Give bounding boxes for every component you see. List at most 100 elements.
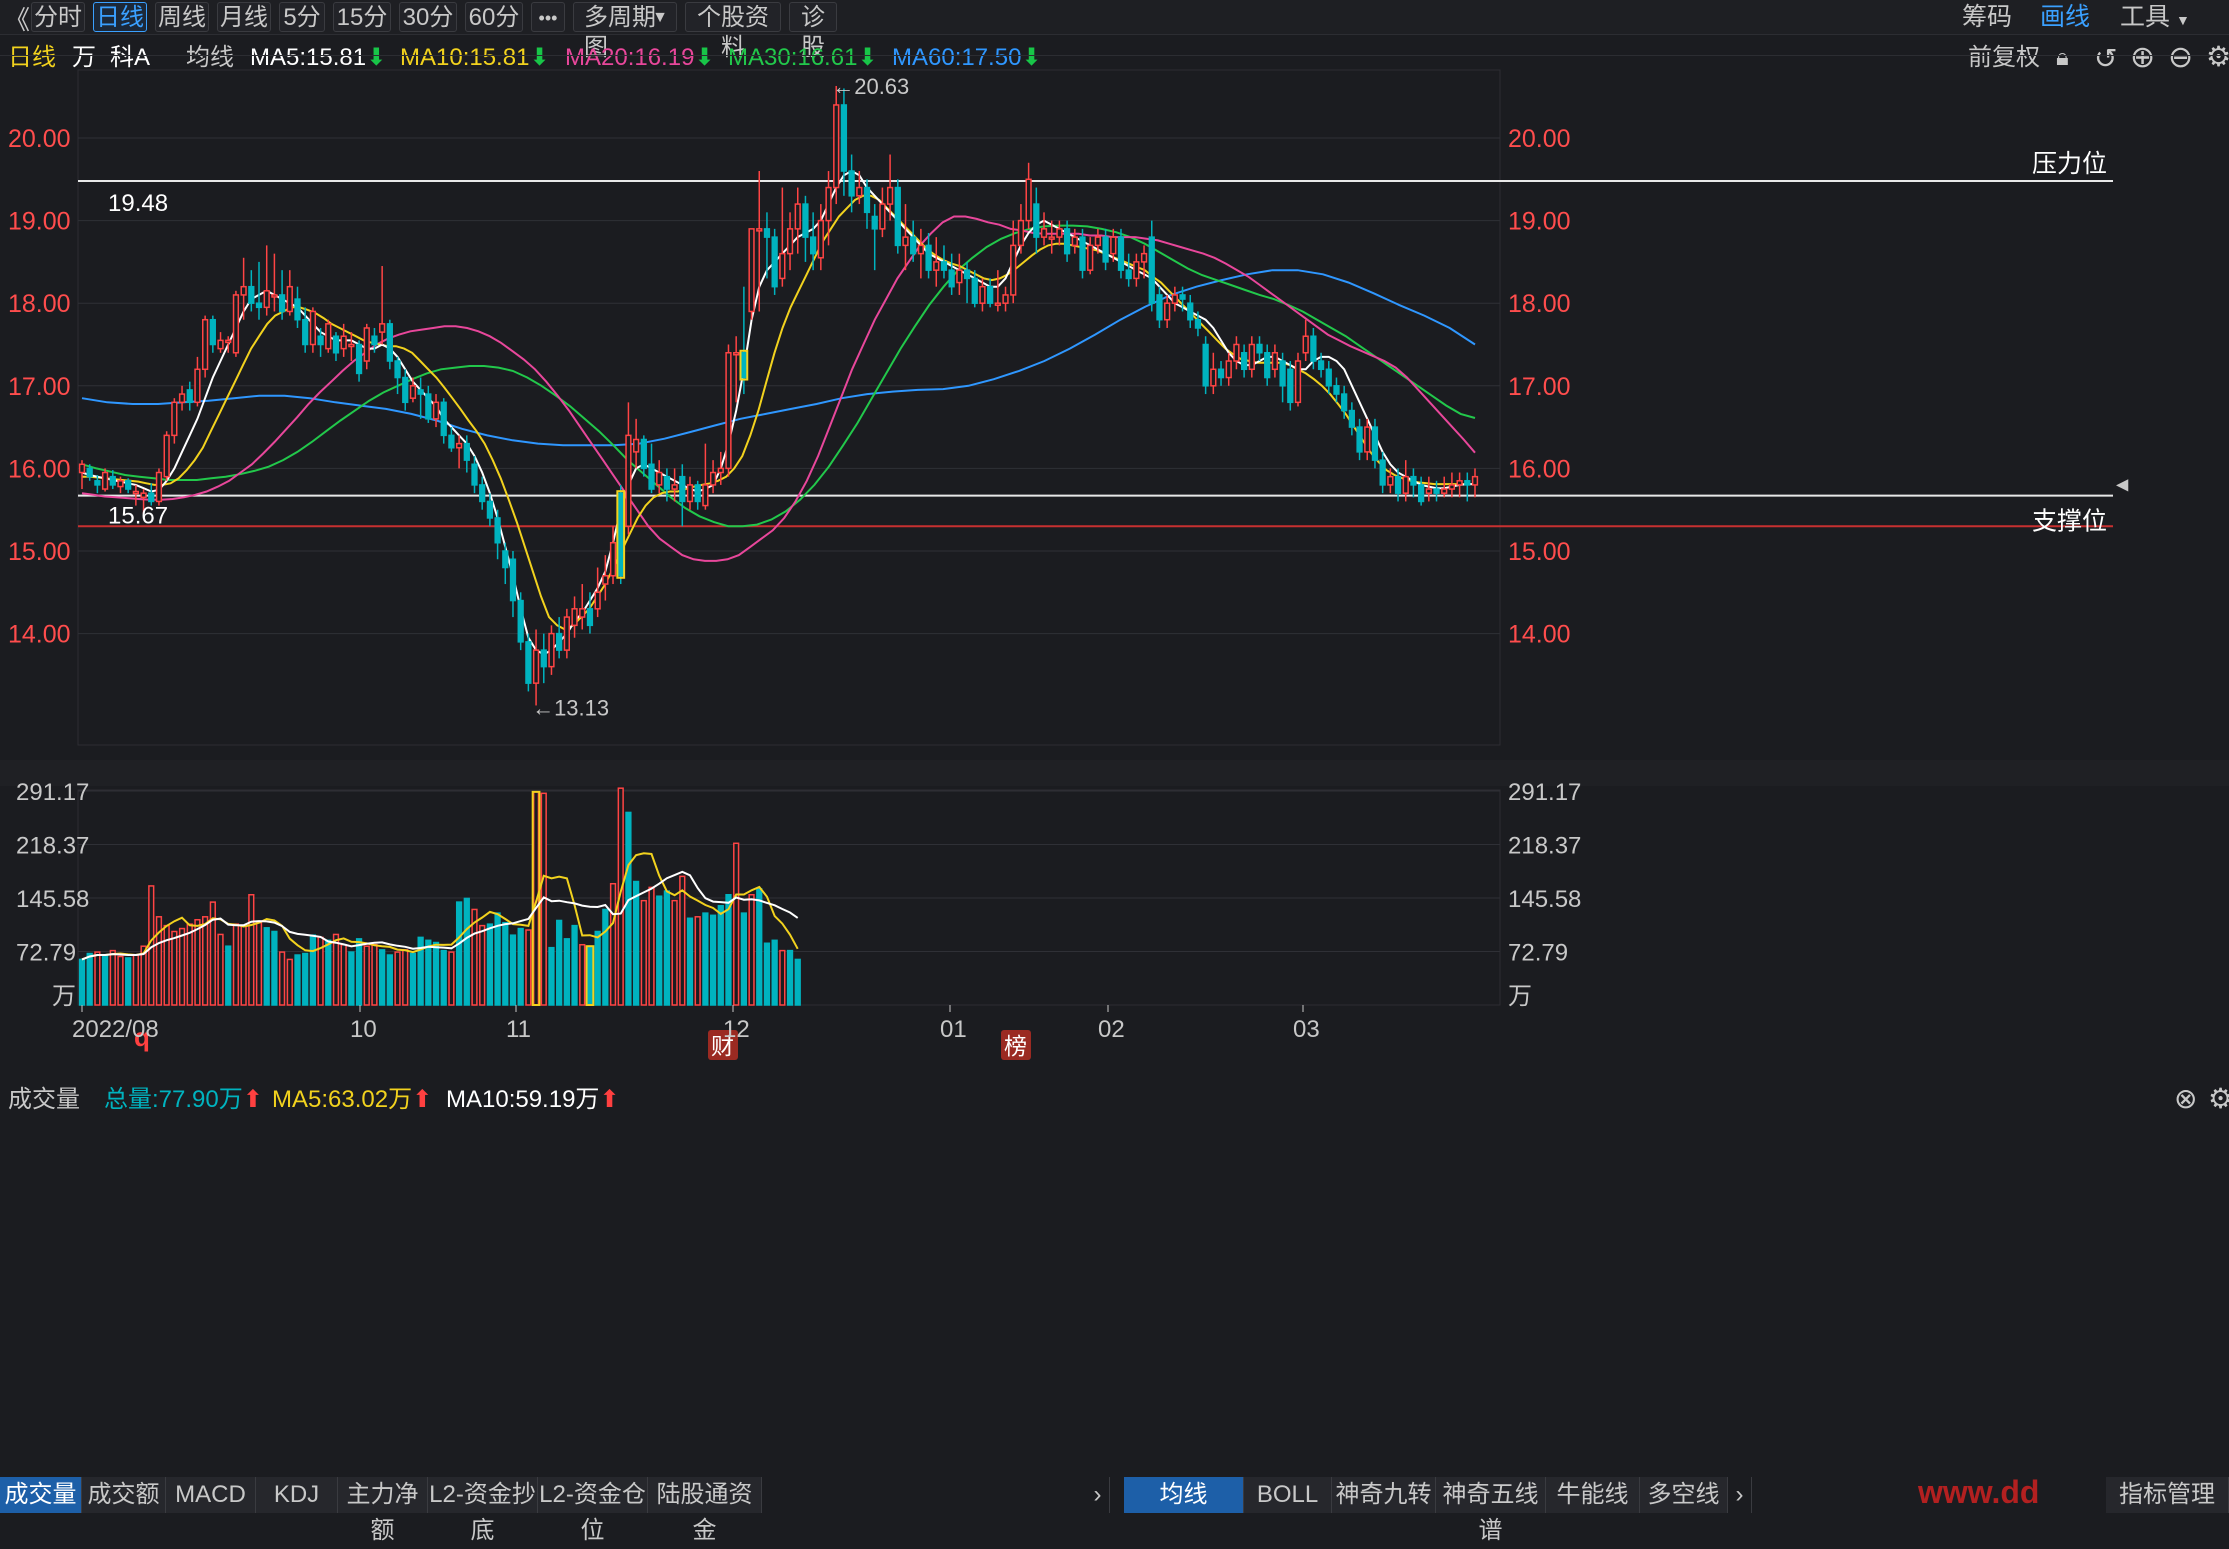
volume-bar (517, 927, 524, 1006)
volume-bar (386, 954, 393, 1006)
candle-body (109, 475, 116, 486)
indicator-tab-0[interactable]: 成交量 (0, 1477, 82, 1513)
candle-body (925, 244, 932, 271)
overlay-tab-0[interactable]: 均线 (1124, 1477, 1244, 1513)
candle-body (194, 368, 201, 404)
candle-body (486, 500, 494, 519)
candle-body (663, 475, 671, 490)
candle-body (1133, 261, 1140, 280)
candle-body (833, 104, 840, 189)
indicator-tab-6[interactable]: L2-资金仓位 (538, 1477, 648, 1544)
candle-body (509, 558, 517, 602)
volume-bar (232, 923, 240, 1006)
candle-body (1056, 228, 1063, 238)
date-label: 12 (723, 1016, 750, 1043)
candle-body (1002, 294, 1009, 304)
candle-body (1364, 426, 1371, 453)
candle-body (1310, 335, 1317, 362)
candle-body (1371, 426, 1379, 461)
indicator-tab-7[interactable]: 陆股通资金 (648, 1477, 762, 1544)
volume-bar (694, 916, 701, 1006)
candle-body (779, 252, 786, 280)
overlay-tab-1[interactable]: BOLL (1244, 1477, 1332, 1513)
overlay-tab-2[interactable]: 神奇九转 (1332, 1477, 1436, 1513)
candle-body (1394, 475, 1402, 494)
volume-bar (625, 811, 632, 1006)
candlestick-chart[interactable]: 20.00 20.00 19.00 19.00 18.00 18.00 17.00 17.00… (0, 0, 2229, 1513)
volume-bar (178, 927, 186, 1006)
volume-bar (771, 939, 778, 1006)
volume-bar (648, 886, 655, 1006)
overlay-tab-3[interactable]: 神奇五线谱 (1436, 1477, 1546, 1544)
candle-body (217, 339, 224, 350)
candle-body (363, 327, 370, 362)
low-annotation: ←13.13 (532, 695, 609, 720)
candle-body (1140, 252, 1148, 263)
volume-bar (409, 952, 417, 1006)
price-tick-right: 20.00 (1508, 125, 1571, 153)
ma5-line (81, 169, 1475, 656)
indicator-tab-1[interactable]: 成交额 (82, 1477, 166, 1513)
volume-bar (86, 952, 93, 1006)
volume-bar (640, 899, 647, 1006)
volume-bar (548, 946, 555, 1006)
overlay-tab-5[interactable]: 多空线 (1640, 1477, 1728, 1513)
candle-body (1264, 352, 1271, 379)
volume-bar (463, 897, 470, 1006)
candle-body (1287, 368, 1294, 404)
volume-bar (194, 918, 201, 1006)
volume-tick-right: 291.17 (1508, 779, 1581, 806)
candle-body (1417, 484, 1425, 503)
badge-bang: 榜 (1004, 1034, 1027, 1060)
volume-header-band (0, 760, 2229, 786)
date-label: 10 (350, 1016, 377, 1043)
candle-body (178, 393, 186, 404)
candle-body (1117, 236, 1125, 271)
candle-body (709, 471, 717, 486)
volume-bar (302, 952, 309, 1006)
chevron-right-icon[interactable]: › (1728, 1477, 1752, 1513)
indicator-tab-5[interactable]: L2-资金抄底 (428, 1477, 538, 1544)
candle-body (1102, 236, 1109, 263)
candle-body (1325, 368, 1332, 387)
candle-body (94, 480, 101, 486)
candle-body (848, 170, 855, 197)
indicator-tab-4[interactable]: 主力净额 (338, 1477, 428, 1544)
candle-body (232, 294, 240, 354)
date-label: 11 (506, 1016, 531, 1043)
candle-body (455, 442, 463, 449)
volume-bar (679, 875, 686, 1006)
candle-body (1448, 484, 1456, 490)
candle-body (502, 550, 509, 569)
volume-tick-left: 145.58 (16, 886, 89, 913)
indicator-tab-3[interactable]: KDJ (256, 1477, 338, 1513)
candle-body (117, 480, 124, 488)
indicator-manage-button[interactable]: 指标管理 (2106, 1477, 2229, 1513)
volume-bar (556, 919, 563, 1006)
volume-bar (202, 916, 209, 1006)
candle-body (894, 186, 901, 247)
candle-body (609, 541, 617, 577)
chevron-right-icon[interactable]: › (1086, 1477, 1110, 1513)
volume-bar (586, 945, 594, 1006)
candle-body (86, 467, 93, 478)
overlay-tab-4[interactable]: 牛能线 (1546, 1477, 1640, 1513)
volume-bar (486, 923, 494, 1006)
candle-body (355, 343, 363, 375)
candle-body (1210, 368, 1217, 387)
volume-bar (740, 912, 748, 1006)
volume-bar (686, 917, 694, 1006)
candle-body (1379, 459, 1386, 486)
candle-body (940, 261, 948, 271)
candle-body (1456, 480, 1463, 486)
resistance-label: 压力位 (2032, 150, 2107, 178)
indicator-tab-2[interactable]: MACD (166, 1477, 256, 1513)
volume-bar (271, 930, 278, 1006)
candle-body (802, 203, 809, 238)
candle-body (494, 517, 501, 544)
current-price-marker: ◀ (2116, 475, 2129, 494)
candle-body (748, 228, 755, 313)
candle-body (517, 599, 524, 643)
volume-bar (379, 949, 386, 1006)
volume-bar (709, 914, 717, 1006)
